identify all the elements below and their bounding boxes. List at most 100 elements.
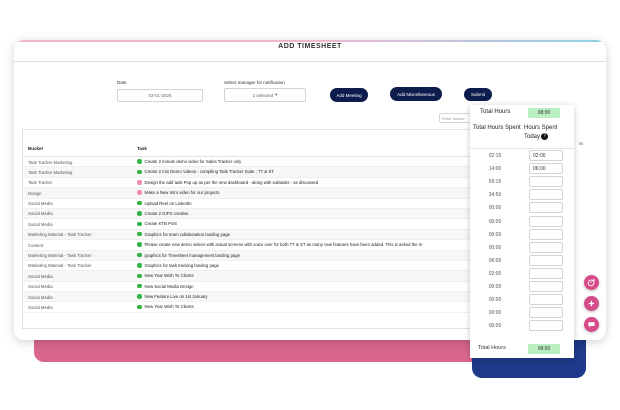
hours-panel: Total Hours 08:00 Total Hours Spent Hour…: [470, 105, 574, 358]
status-dot-icon: [137, 294, 142, 299]
table-row[interactable]: Marketing Material - Task Tracker graphic…: [23, 250, 501, 261]
status-dot-icon: [137, 263, 142, 268]
hours-today-input[interactable]: [529, 202, 563, 214]
task-text: New Year Wish To Clients: [144, 304, 194, 310]
hours-today-input[interactable]: [529, 320, 563, 332]
hours-today-input[interactable]: [529, 254, 563, 266]
add-miscellaneous-button[interactable]: Add Miscellaneous: [390, 87, 442, 101]
hours-row: 59:15: [470, 175, 574, 188]
plus-icon[interactable]: [584, 296, 599, 311]
table-row[interactable]: Social Media New Year Wish To Clients: [23, 302, 501, 313]
task-text: graphics for Timesheet management landin…: [144, 252, 241, 258]
date-label: Date: [117, 80, 127, 85]
hours-today-input[interactable]: [529, 241, 563, 253]
task-table: Bucket Task Task Tracker Marketing Create…: [22, 129, 502, 329]
task-text: Graphics for team collaboration landing …: [144, 231, 231, 237]
table-body: Task Tracker Marketing Create 2 minute de…: [23, 157, 501, 313]
add-meeting-button[interactable]: Add Meeting: [330, 88, 368, 102]
hours-row: 02:15 02:00: [470, 149, 574, 162]
table-row[interactable]: Social Media Upload Reel on LinkedIn: [23, 199, 501, 209]
task-text: Create KTB Post: [144, 221, 177, 227]
table-row[interactable]: Social Media New Social Media Design: [23, 282, 501, 293]
hours-today-input[interactable]: 06:00: [529, 163, 563, 175]
bucket-cell: Content: [28, 242, 44, 248]
total-spent-value: 00:00: [488, 231, 502, 238]
manager-select-value: 2 selected: [252, 92, 274, 98]
chevron-down-icon: ▾: [275, 92, 278, 97]
total-hours-label-top: Total Hours: [480, 109, 511, 115]
hours-today-input[interactable]: [529, 176, 563, 188]
timer-add-icon[interactable]: [584, 275, 599, 290]
table-row[interactable]: Task Tracker Marketing Create 2 min Demo …: [23, 167, 501, 178]
task-text: Upload Reel on LinkedIn: [144, 200, 192, 206]
status-dot-icon: [137, 200, 142, 206]
hours-row: 06:00: [470, 254, 574, 267]
hours-today-input[interactable]: [529, 215, 563, 227]
hours-today-input[interactable]: [529, 294, 563, 306]
hours-row: 00:00: [470, 293, 574, 306]
column-header-stub: nt: [579, 141, 583, 146]
task-cell: Graphics for task tracking landing page: [137, 263, 219, 268]
total-spent-value: 59:15: [488, 179, 502, 186]
table-row[interactable]: Marketing Material - Task Tracker Graphic…: [23, 261, 501, 272]
task-cell: Create 2 GIFS creative: [137, 211, 188, 216]
chat-glyph: [588, 322, 595, 328]
plus-glyph: [588, 300, 595, 307]
total-spent-value: 00:00: [488, 284, 502, 290]
task-cell: Design the add task Pop up as per the ne…: [137, 180, 318, 185]
bucket-cell: Social Media: [28, 294, 53, 300]
table-row[interactable]: Social Media New Year Wish To Clients: [23, 271, 501, 282]
task-cell: graphics for Timesheet management landin…: [137, 253, 240, 258]
total-spent-value: 00:00: [488, 205, 502, 212]
timer-add-glyph: [587, 278, 595, 287]
manager-label: Select manager for notification: [224, 80, 285, 85]
task-cell: Create KTB Post: [137, 221, 177, 226]
bucket-cell: Marketing Material - Task Tracker: [28, 232, 92, 238]
hours-today-input[interactable]: 02:00: [529, 150, 563, 161]
task-text: New Feature Live on 1st January: [144, 294, 208, 300]
chat-icon[interactable]: [584, 317, 599, 332]
total-spent-value: 00:00: [488, 244, 502, 251]
bucket-cell: Social Media: [28, 284, 53, 290]
table-row[interactable]: Marketing Material - Task Tracker Graphic…: [23, 229, 501, 241]
total-spent-value: 34:50: [488, 192, 502, 199]
total-hours-value-top: 08:00: [528, 108, 560, 118]
bucket-cell: Task Tracker Marketing: [28, 169, 73, 175]
table-row[interactable]: Social Media Create KTB Post: [23, 219, 501, 230]
total-spent-value: 00:00: [488, 323, 502, 330]
task-text: Graphics for task tracking landing page: [144, 262, 220, 268]
table-row[interactable]: Design Make a New Intro video for our pro…: [23, 188, 501, 199]
hours-today-input[interactable]: [529, 228, 563, 240]
page-title: ADD TIMESHEET: [278, 43, 342, 50]
hours-today-input[interactable]: [529, 267, 563, 279]
status-dot-icon: [137, 221, 142, 227]
table-row[interactable]: Task Tracker Marketing Create 2 minute de…: [23, 157, 501, 168]
status-dot-icon: [137, 252, 142, 258]
table-row[interactable]: Social Media New Feature Live on 1st Janu…: [23, 292, 501, 303]
status-dot-icon: [137, 169, 142, 175]
status-dot-icon: [137, 283, 142, 289]
task-text: Create 2 minute demo video for Sales Tra…: [144, 159, 242, 164]
manager-select[interactable]: 2 selected ▾: [224, 88, 306, 102]
task-cell: New Feature Live on 1st January: [137, 294, 208, 299]
table-row[interactable]: Content Please create new demo videos wit…: [23, 240, 501, 251]
task-cell: New Social Media Design: [137, 284, 193, 289]
task-text: New Year Wish To Clients: [144, 273, 194, 279]
hours-row: 00:00: [470, 215, 574, 228]
hours-row: 00:00: [470, 306, 574, 319]
hours-today-input[interactable]: [529, 281, 563, 292]
question-icon[interactable]: ?: [541, 133, 549, 140]
hours-row: 00:00: [470, 280, 574, 293]
bucket-cell: Social Media: [28, 273, 53, 279]
hours-today-input[interactable]: [529, 189, 563, 201]
hours-today-input[interactable]: [529, 307, 563, 319]
date-field[interactable]: 03-01-2025: [117, 89, 203, 102]
submit-button[interactable]: Submit: [464, 88, 492, 101]
task-text: Create 2 min Demo Videos - compiling Tas…: [144, 169, 274, 175]
table-row[interactable]: Task Tracker Design the add task Pop up a…: [23, 178, 501, 189]
hours-row: 00:00: [470, 319, 574, 332]
bucket-cell: Task Tracker: [28, 180, 53, 186]
table-row[interactable]: Social Media Create 2 GIFS creative: [23, 208, 501, 220]
task-text: Create 2 GIFS creative: [144, 210, 189, 216]
hours-row: 34:50: [470, 188, 574, 201]
